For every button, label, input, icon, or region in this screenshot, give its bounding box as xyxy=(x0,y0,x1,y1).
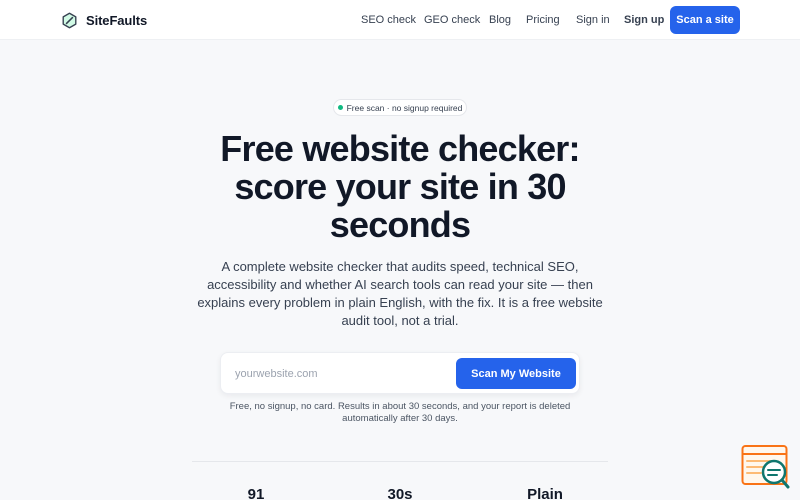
page-title: Free website checker: score your site in… xyxy=(220,128,580,245)
stat-value-score: 91 xyxy=(247,486,265,500)
browser-search-icon[interactable] xyxy=(741,444,791,490)
nav-blog[interactable]: Blog xyxy=(489,14,511,26)
scan-form: Scan My Website xyxy=(220,352,580,394)
scan-my-website-button[interactable]: Scan My Website xyxy=(456,358,576,389)
free-scan-badge: Free scan · no signup required xyxy=(333,99,467,116)
section-divider xyxy=(192,461,608,462)
nav-geo-check[interactable]: GEO check xyxy=(424,14,480,26)
hero-description: A complete website checker that audits s… xyxy=(197,259,603,328)
scan-disclaimer: Free, no signup, no card. Results in abo… xyxy=(229,401,571,424)
nav-pricing[interactable]: Pricing xyxy=(526,14,560,26)
stat-value-plain: Plain xyxy=(527,486,563,500)
stat-value-time: 30s xyxy=(387,486,413,500)
website-url-input[interactable] xyxy=(235,364,455,384)
status-dot-icon xyxy=(337,105,343,110)
top-navigation: SiteFaults SEO check GEO check Blog Pric… xyxy=(0,0,800,40)
nav-sign-in[interactable]: Sign in xyxy=(576,14,610,26)
scan-a-site-button[interactable]: Scan a site xyxy=(670,6,740,34)
brand-name: SiteFaults xyxy=(86,12,148,28)
free-scan-badge-text: Free scan · no signup required xyxy=(346,102,463,113)
brand-logo[interactable]: SiteFaults xyxy=(61,11,147,29)
nav-sign-up[interactable]: Sign up xyxy=(624,14,664,26)
hexagon-slash-icon xyxy=(62,12,77,28)
nav-seo-check[interactable]: SEO check xyxy=(361,14,416,26)
